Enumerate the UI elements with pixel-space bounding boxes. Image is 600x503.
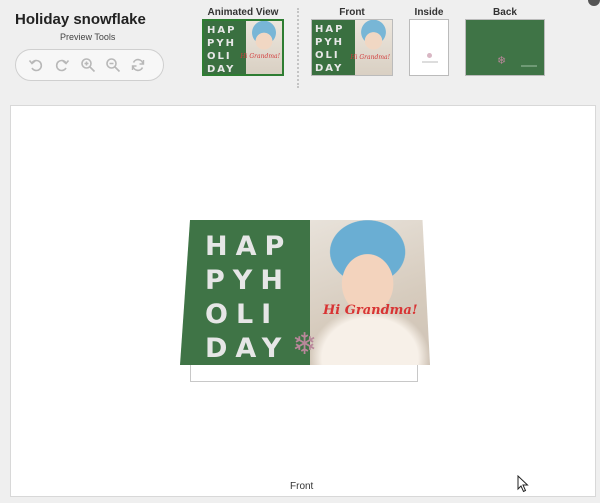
snowflake-icon: ❄ <box>292 328 318 361</box>
inside-text-line <box>422 61 438 63</box>
back-snowflake-icon: ❄ <box>497 55 507 67</box>
thumb-greeting: HAP PYH OLI DAY <box>207 25 237 75</box>
preview-caption: Front <box>290 481 314 492</box>
redo-icon[interactable] <box>54 57 70 73</box>
back-view-label: Back <box>493 7 517 18</box>
card-greeting: HAP PYH OLI DAY <box>205 231 293 364</box>
animated-view-thumbnail[interactable]: HAP PYH OLI DAY Hi Grandma! <box>202 19 284 76</box>
preview-tools-label: Preview Tools <box>60 32 116 42</box>
back-view-thumbnail[interactable]: ❄ <box>465 19 545 76</box>
mouse-cursor-icon <box>517 475 529 493</box>
thumb-message: Hi Grandma! <box>350 54 390 61</box>
project-title: Holiday snowflake <box>15 11 146 28</box>
preview-toolbar: Holiday snowflake Preview Tools Animated… <box>0 0 600 96</box>
card-baby-photo <box>310 220 430 365</box>
refresh-icon[interactable] <box>130 57 146 73</box>
card-inside-edge <box>190 362 418 382</box>
animated-view-label: Animated View <box>207 7 279 18</box>
front-view-thumbnail[interactable]: HAP PYH OLI DAY Hi Grandma! <box>311 19 393 76</box>
zoom-out-icon[interactable] <box>105 57 121 73</box>
inside-ornament-icon <box>427 53 432 58</box>
window-corner <box>588 0 600 6</box>
thumb-baby-photo <box>246 21 282 74</box>
card-front-preview[interactable]: HAP PYH OLI DAY Hi Grandma! ❄ <box>180 220 430 365</box>
inside-view-label: Inside <box>414 7 444 18</box>
thumb-baby-photo <box>355 20 392 75</box>
zoom-in-icon[interactable] <box>80 57 96 73</box>
inside-view-thumbnail[interactable] <box>409 19 449 76</box>
card-message: Hi Grandma! <box>323 303 418 318</box>
back-text-line <box>521 65 537 67</box>
thumb-greeting: HAP PYH OLI DAY <box>315 24 345 74</box>
undo-icon[interactable] <box>28 57 44 73</box>
front-view-label: Front <box>339 7 365 18</box>
thumb-message: Hi Grandma! <box>240 53 280 60</box>
view-divider <box>297 8 299 88</box>
preview-tools-group <box>15 49 164 81</box>
